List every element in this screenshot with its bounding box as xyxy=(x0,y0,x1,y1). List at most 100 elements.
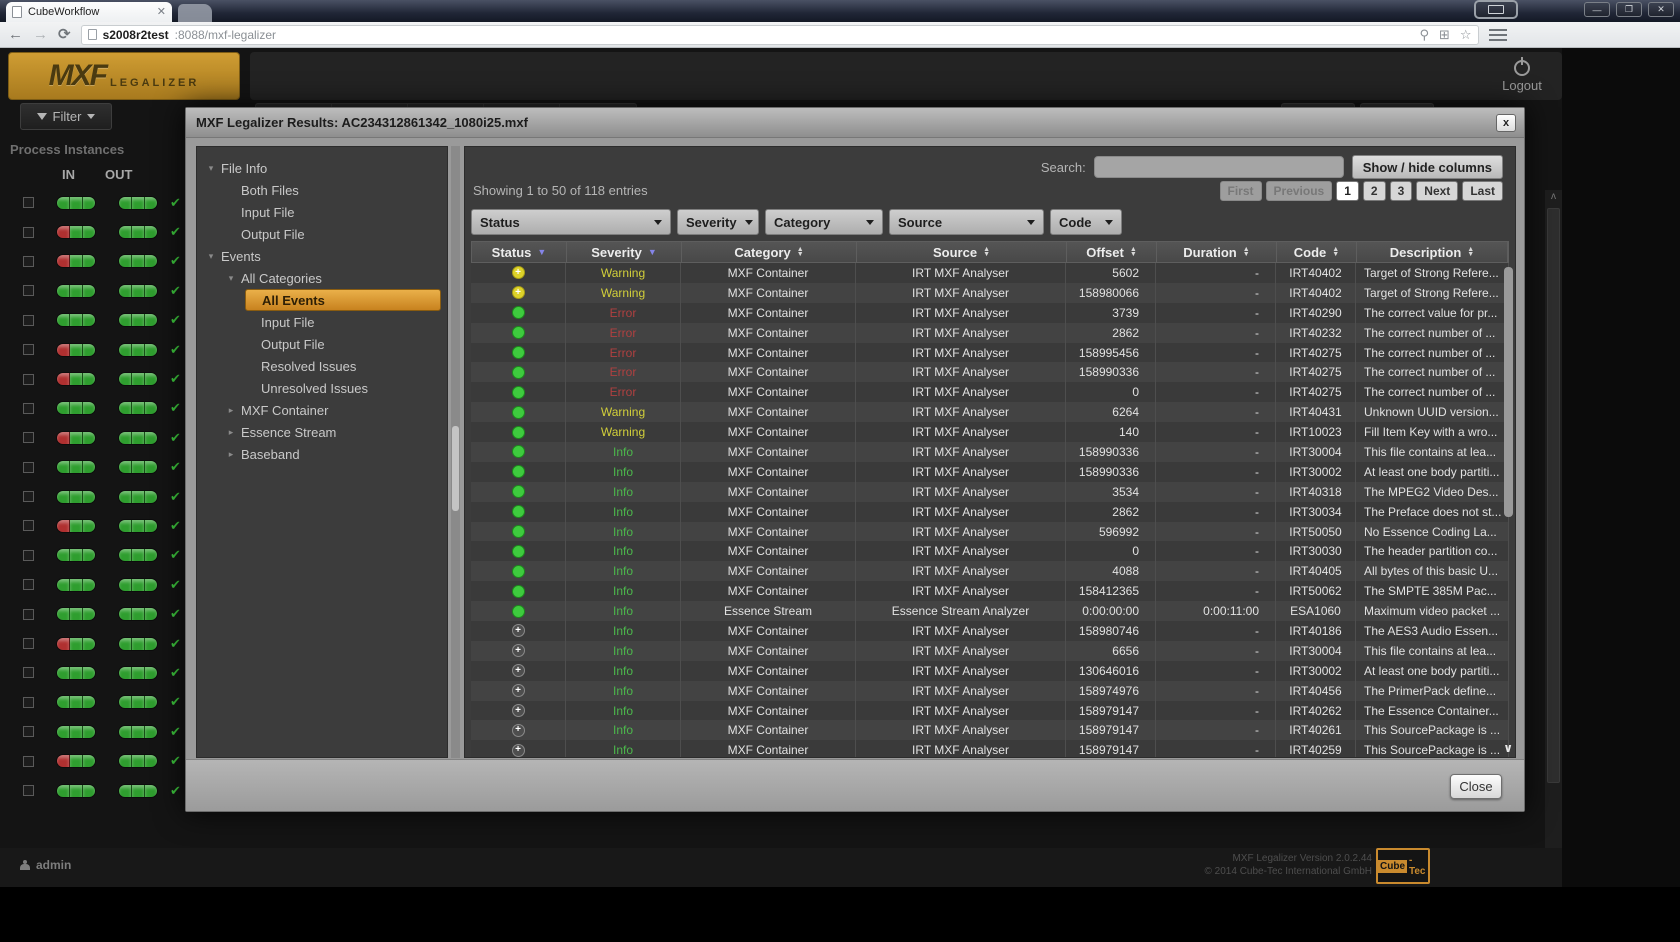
table-row[interactable]: InfoMXF ContainerIRT MXF Analyser4088-IR… xyxy=(471,561,1509,581)
table-scroll-down-icon[interactable]: ∨ xyxy=(1503,741,1513,755)
table-row[interactable]: +InfoMXF ContainerIRT MXF Analyser130646… xyxy=(471,661,1509,681)
tree-item-output-file[interactable]: Output File xyxy=(225,223,447,245)
search-input[interactable] xyxy=(1094,156,1344,178)
table-row[interactable]: InfoMXF ContainerIRT MXF Analyser2862-IR… xyxy=(471,502,1509,522)
tree-expand-icon[interactable]: ▸ xyxy=(225,449,237,460)
table-row[interactable]: WarningMXF ContainerIRT MXF Analyser140-… xyxy=(471,422,1509,442)
minimize-button[interactable]: — xyxy=(1584,2,1610,17)
logout-button[interactable]: Logout xyxy=(1492,54,1552,98)
forward-icon[interactable]: → xyxy=(33,27,48,42)
column-header-duration[interactable]: Duration▲▼ xyxy=(1157,242,1277,262)
column-header-offset[interactable]: Offset▲▼ xyxy=(1067,242,1157,262)
row-checkbox[interactable] xyxy=(23,256,34,267)
row-checkbox[interactable] xyxy=(23,550,34,561)
filter-select-status[interactable]: Status xyxy=(471,209,671,235)
row-checkbox[interactable] xyxy=(23,197,34,208)
tree-expand-icon[interactable]: ▸ xyxy=(225,405,237,416)
table-row[interactable]: +InfoMXF ContainerIRT MXF Analyser158979… xyxy=(471,740,1509,757)
table-row[interactable]: InfoMXF ContainerIRT MXF Analyser1589903… xyxy=(471,462,1509,482)
table-row[interactable]: InfoMXF ContainerIRT MXF Analyser596992-… xyxy=(471,522,1509,542)
column-header-status[interactable]: Status▼ xyxy=(472,242,567,262)
maximize-button[interactable]: ❐ xyxy=(1616,2,1642,17)
row-checkbox[interactable] xyxy=(23,491,34,502)
tree-item-file-info[interactable]: ▾File Info xyxy=(205,157,447,179)
close-window-button[interactable]: ✕ xyxy=(1648,2,1674,17)
page-scrollbar-thumb[interactable] xyxy=(1547,208,1560,783)
tree-expand-icon[interactable]: ▾ xyxy=(225,273,237,284)
back-icon[interactable]: ← xyxy=(8,27,23,42)
tree-item-baseband[interactable]: ▸Baseband xyxy=(225,443,447,465)
tree-item-mxf-container[interactable]: ▸MXF Container xyxy=(225,399,447,421)
table-row[interactable]: +InfoMXF ContainerIRT MXF Analyser6656-I… xyxy=(471,641,1509,661)
filter-select-source[interactable]: Source xyxy=(889,209,1044,235)
table-row[interactable]: InfoMXF ContainerIRT MXF Analyser1584123… xyxy=(471,581,1509,601)
row-checkbox[interactable] xyxy=(23,285,34,296)
filter-select-code[interactable]: Code xyxy=(1050,209,1122,235)
filter-select-category[interactable]: Category xyxy=(765,209,883,235)
browser-tab[interactable]: CubeWorkflow ✕ xyxy=(6,2,172,22)
tree-item-all-events[interactable]: All Events xyxy=(245,289,441,311)
row-checkbox[interactable] xyxy=(23,227,34,238)
column-header-in[interactable]: IN xyxy=(62,167,75,182)
tree-expand-icon[interactable]: ▾ xyxy=(205,251,217,262)
filter-button[interactable]: Filter xyxy=(20,103,112,130)
browser-profile-button[interactable] xyxy=(1474,0,1518,19)
browser-menu-icon[interactable] xyxy=(1489,29,1507,41)
translate-icon[interactable]: ⊞ xyxy=(1439,27,1450,43)
page-button-2[interactable]: 2 xyxy=(1363,181,1386,201)
row-checkbox[interactable] xyxy=(23,315,34,326)
table-row[interactable]: ErrorMXF ContainerIRT MXF Analyser158995… xyxy=(471,343,1509,363)
table-row[interactable]: +WarningMXF ContainerIRT MXF Analyser560… xyxy=(471,263,1509,283)
show-hide-columns-button[interactable]: Show / hide columns xyxy=(1352,155,1503,179)
row-checkbox[interactable] xyxy=(23,432,34,443)
table-row[interactable]: ErrorMXF ContainerIRT MXF Analyser2862-I… xyxy=(471,323,1509,343)
column-header-description[interactable]: Description▲▼ xyxy=(1357,242,1508,262)
table-row[interactable]: WarningMXF ContainerIRT MXF Analyser6264… xyxy=(471,402,1509,422)
table-row[interactable]: +InfoMXF ContainerIRT MXF Analyser158974… xyxy=(471,681,1509,701)
modal-close-button[interactable]: x xyxy=(1496,114,1516,132)
table-row[interactable]: +InfoMXF ContainerIRT MXF Analyser158979… xyxy=(471,701,1509,721)
table-row[interactable]: InfoMXF ContainerIRT MXF Analyser3534-IR… xyxy=(471,482,1509,502)
tree-item-unresolved-issues[interactable]: Unresolved Issues xyxy=(245,377,447,399)
row-checkbox[interactable] xyxy=(23,785,34,796)
column-header-source[interactable]: Source▲▼ xyxy=(857,242,1067,262)
reload-icon[interactable]: ⟳ xyxy=(58,27,71,42)
column-header-severity[interactable]: Severity▼ xyxy=(567,242,682,262)
row-checkbox[interactable] xyxy=(23,756,34,767)
table-row[interactable]: +WarningMXF ContainerIRT MXF Analyser158… xyxy=(471,283,1509,303)
row-checkbox[interactable] xyxy=(23,726,34,737)
new-tab-stub[interactable] xyxy=(178,4,212,22)
row-checkbox[interactable] xyxy=(23,520,34,531)
table-row[interactable]: ErrorMXF ContainerIRT MXF Analyser0-IRT4… xyxy=(471,382,1509,402)
row-checkbox[interactable] xyxy=(23,403,34,414)
table-scrollbar-thumb[interactable] xyxy=(1504,267,1513,517)
close-button[interactable]: Close xyxy=(1450,774,1502,799)
tree-item-events[interactable]: ▾Events xyxy=(205,245,447,267)
scroll-up-icon[interactable]: ᴧ xyxy=(1545,190,1562,204)
tree-scrollbar[interactable] xyxy=(451,146,460,758)
column-header-category[interactable]: Category▲▼ xyxy=(682,242,857,262)
row-checkbox[interactable] xyxy=(23,609,34,620)
table-row[interactable]: ErrorMXF ContainerIRT MXF Analyser158990… xyxy=(471,362,1509,382)
tree-scrollbar-thumb[interactable] xyxy=(452,426,459,511)
table-row[interactable]: InfoMXF ContainerIRT MXF Analyser1589903… xyxy=(471,442,1509,462)
tree-item-input-file[interactable]: Input File xyxy=(245,311,447,333)
column-header-code[interactable]: Code▲▼ xyxy=(1277,242,1357,262)
tree-expand-icon[interactable]: ▾ xyxy=(205,163,217,174)
row-checkbox[interactable] xyxy=(23,638,34,649)
table-row[interactable]: +InfoMXF ContainerIRT MXF Analyser158980… xyxy=(471,621,1509,641)
table-row[interactable]: InfoMXF ContainerIRT MXF Analyser0-IRT30… xyxy=(471,541,1509,561)
page-button-1[interactable]: 1 xyxy=(1336,181,1359,201)
table-row[interactable]: InfoEssence StreamEssence Stream Analyze… xyxy=(471,601,1509,621)
page-button-next[interactable]: Next xyxy=(1416,181,1458,201)
row-checkbox[interactable] xyxy=(23,344,34,355)
key-icon[interactable]: ⚲ xyxy=(1419,27,1429,43)
page-button-last[interactable]: Last xyxy=(1462,181,1503,201)
tree-item-input-file[interactable]: Input File xyxy=(225,201,447,223)
row-checkbox[interactable] xyxy=(23,374,34,385)
tab-close-icon[interactable]: ✕ xyxy=(157,7,166,18)
tree-item-essence-stream[interactable]: ▸Essence Stream xyxy=(225,421,447,443)
row-checkbox[interactable] xyxy=(23,697,34,708)
row-checkbox[interactable] xyxy=(23,667,34,678)
page-scrollbar[interactable]: ᴧ ˅ xyxy=(1545,190,1562,870)
